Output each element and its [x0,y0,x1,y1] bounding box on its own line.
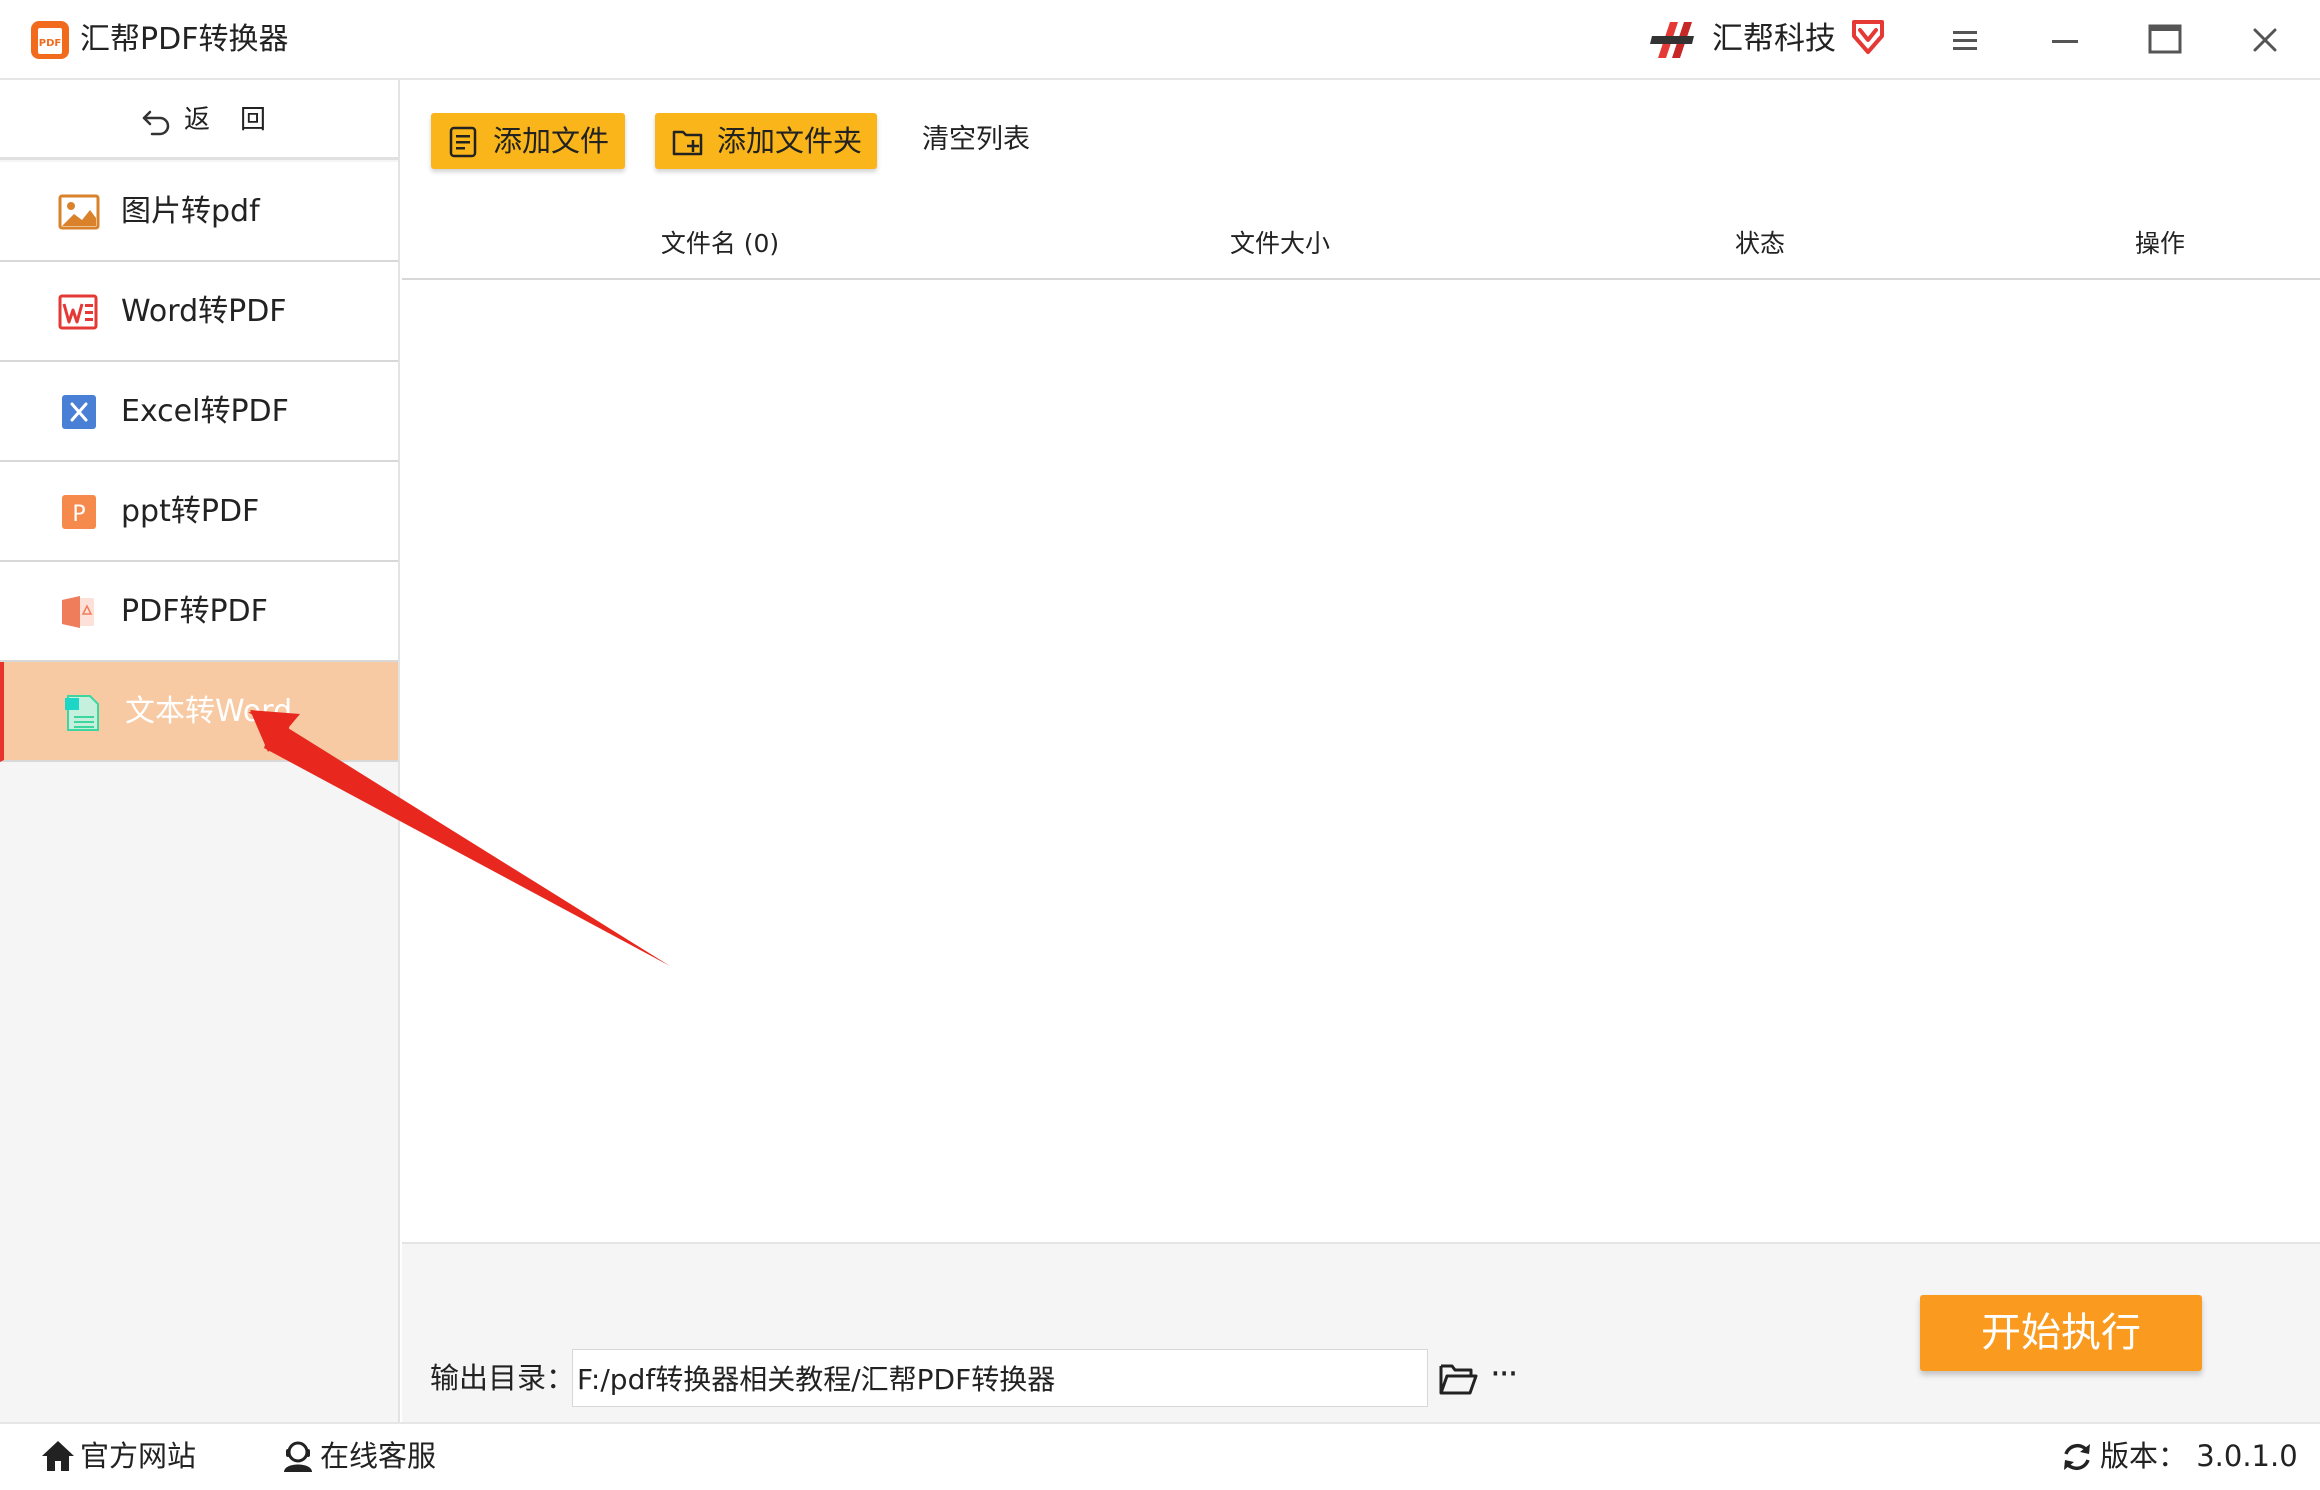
pdf-icon [62,596,94,628]
brand-logo-icon [1650,22,1694,58]
back-label: 返回 [184,105,297,135]
file-table-header: 文件名 (0) 文件大小 状态 操作 [402,212,2320,280]
refresh-icon[interactable] [2060,1440,2094,1474]
sidebar-item-excel-to-pdf[interactable]: Excel转PDF [0,362,398,462]
output-dir-input[interactable] [572,1349,1428,1407]
footer: 官方网站 在线客服 版本： 3.0.1.0 [0,1422,2320,1490]
brand-name: 汇帮科技 [1712,21,1836,57]
home-icon [42,1441,74,1471]
column-header-filesize[interactable]: 文件大小 [1230,224,1330,264]
app-title: 汇帮PDF转换器 [80,22,289,57]
start-button[interactable]: 开始执行 [1920,1295,2202,1371]
sidebar-item-label: Excel转PDF [121,394,289,429]
hamburger-menu-icon [1953,31,1977,50]
browse-folder-icon[interactable] [1438,1360,1478,1398]
sidebar-item-label: ppt转PDF [121,494,260,529]
add-file-icon [449,126,477,158]
sidebar-item-image-to-pdf[interactable]: 图片转pdf [0,162,398,262]
back-arrow-icon [142,110,170,136]
website-link[interactable]: 官方网站 [40,1434,200,1478]
support-label: 在线客服 [320,1439,437,1473]
minimize-icon [2052,40,2078,43]
column-header-status[interactable]: 状态 [1735,224,1785,264]
vip-diamond-icon[interactable] [1848,16,1888,56]
text-file-icon [65,695,99,731]
app-window: PDF 汇帮PDF转换器 汇帮科技 返回 图片转pdf Word转PDF Exc… [0,0,2320,1490]
sidebar: 返回 图片转pdf Word转PDF Excel转PDF P ppt转PDF P… [0,80,400,1422]
sidebar-item-label: PDF转PDF [121,594,268,629]
add-folder-label: 添加文件夹 [717,124,863,158]
close-button[interactable] [2242,17,2288,63]
sidebar-item-word-to-pdf[interactable]: Word转PDF [0,262,398,362]
website-label: 官方网站 [80,1439,197,1473]
customer-service-icon [284,1441,312,1472]
add-folder-icon [672,130,703,156]
column-header-actions[interactable]: 操作 [2135,224,2185,264]
title-bar: PDF 汇帮PDF转换器 汇帮科技 [0,0,2320,80]
add-folder-button[interactable]: 添加文件夹 [655,113,877,169]
add-file-button[interactable]: 添加文件 [431,113,625,169]
svg-text:P: P [72,502,85,527]
app-logo-icon: PDF [31,21,69,59]
support-link[interactable]: 在线客服 [280,1434,450,1478]
clear-list-button[interactable]: 清空列表 [922,118,1030,162]
file-list-area[interactable] [402,280,2320,1242]
ppt-icon: P [62,495,96,529]
svg-text:PDF: PDF [39,38,61,49]
excel-icon [62,395,96,429]
add-file-label: 添加文件 [493,124,610,158]
sidebar-item-text-to-word[interactable]: 文本转Word [0,662,398,762]
image-icon [58,194,100,230]
sidebar-item-label: Word转PDF [121,294,287,329]
more-options-button[interactable]: ··· [1490,1352,1518,1396]
sidebar-item-label: 图片转pdf [121,194,260,229]
column-header-filename[interactable]: 文件名 (0) [661,224,779,264]
sidebar-item-ppt-to-pdf[interactable]: P ppt转PDF [0,462,398,562]
maximize-icon [2148,24,2182,54]
menu-button[interactable] [1942,17,1988,63]
back-button[interactable]: 返回 [0,80,398,160]
minimize-button[interactable] [2042,17,2088,63]
word-icon [58,294,98,330]
sidebar-item-pdf-to-pdf[interactable]: PDF转PDF [0,562,398,662]
output-dir-label: 输出目录： [430,1361,576,1395]
maximize-button[interactable] [2142,17,2188,63]
sidebar-item-label: 文本转Word [125,694,293,729]
version-label: 版本： 3.0.1.0 [2100,1439,2298,1473]
close-icon [2253,28,2277,52]
